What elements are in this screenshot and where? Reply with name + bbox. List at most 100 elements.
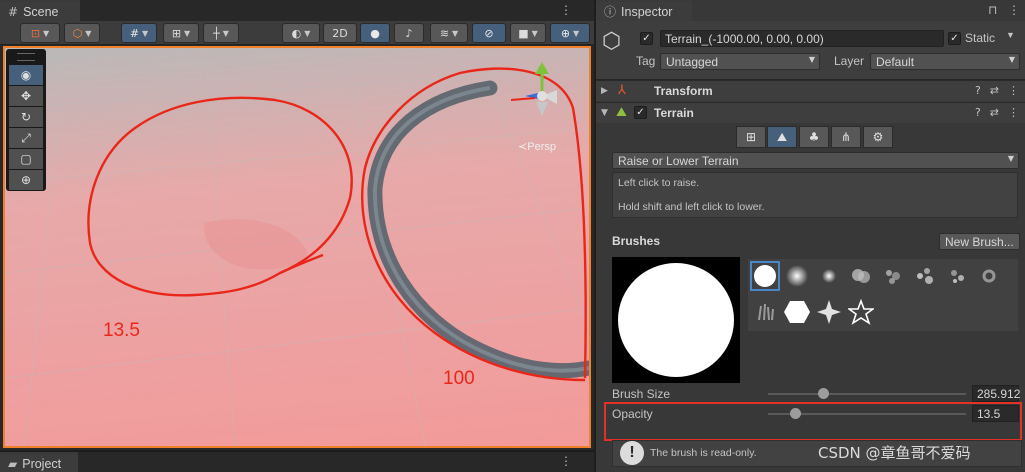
- chevron-down-icon: ▼: [808, 55, 815, 64]
- move-icon: ✥: [20, 89, 32, 103]
- watermark: CSDN @章鱼哥不爱码: [818, 444, 971, 462]
- brush-preview-disc: [618, 263, 734, 377]
- paint-details-tool[interactable]: ⋔: [831, 126, 861, 148]
- info-icon: ⓘ: [604, 5, 617, 19]
- eye-slash-icon: ⊘: [484, 26, 494, 40]
- effects-dropdown[interactable]: ≋ ▼: [430, 23, 468, 43]
- warning-icon: !: [620, 441, 644, 465]
- brush-grass[interactable]: [750, 297, 780, 327]
- layer-value: Default: [876, 55, 915, 69]
- terrain-ridge-stroke: [367, 80, 589, 379]
- 2d-toggle-button[interactable]: 2D: [323, 23, 357, 43]
- brush-soft-circle-small[interactable]: [814, 261, 844, 291]
- increment-snap-toggle[interactable]: ┼ ▼: [203, 23, 239, 43]
- brush-preview: [612, 257, 740, 383]
- terrain-settings-tool[interactable]: ⚙: [863, 126, 893, 148]
- gizmos-dropdown[interactable]: ⊕ ▼: [550, 23, 590, 43]
- scene-viewport[interactable]: 13.5 100 ≺Persp: [3, 46, 591, 448]
- brush-noise-4[interactable]: [974, 261, 1004, 291]
- project-tab[interactable]: ▰ Project: [0, 452, 78, 472]
- shading-mode-dropdown[interactable]: ⬡ ▼: [64, 23, 100, 43]
- object-name-field[interactable]: Terrain_(-1000.00, 0.00, 0.00): [660, 30, 944, 47]
- chevron-down-icon: ▼: [1008, 55, 1015, 64]
- readonly-message: The brush is read-only.: [650, 447, 757, 459]
- preset-icon[interactable]: ⇄: [990, 84, 999, 97]
- transform-icon: ⅄: [618, 83, 626, 98]
- component-header-icons: ? ⇄ ⋮: [975, 84, 1019, 97]
- palette-drag-handle[interactable]: [17, 53, 35, 61]
- scene-tab[interactable]: # Scene: [0, 0, 80, 21]
- static-label: Static: [965, 31, 996, 45]
- chevron-down-icon: ▼: [142, 28, 149, 38]
- more-menu-icon[interactable]: ⋮: [1008, 106, 1019, 119]
- more-menu-icon[interactable]: ⋮: [1008, 3, 1020, 17]
- brush-noise-1[interactable]: [878, 261, 908, 291]
- scale-tool-button[interactable]: ⤢: [9, 128, 43, 148]
- layers-icon: ≋: [439, 26, 450, 40]
- terrain-canvas: [5, 48, 589, 446]
- lighting-toggle[interactable]: ●: [360, 23, 390, 43]
- persp-label[interactable]: ≺Persp: [518, 140, 556, 153]
- brush-hexagon[interactable]: [782, 297, 812, 327]
- camera-settings-dropdown[interactable]: ■ ▼: [510, 23, 546, 43]
- eye-icon: ◉: [20, 68, 32, 82]
- preset-icon[interactable]: ⇄: [990, 106, 999, 119]
- layer-label: Layer: [834, 54, 865, 68]
- brush-cloud[interactable]: [846, 261, 876, 291]
- draw-mode-dropdown[interactable]: ⊡ ▼: [20, 23, 60, 43]
- fold-collapsed-icon[interactable]: ▶: [601, 86, 608, 96]
- active-checkbox[interactable]: ✓: [640, 32, 653, 45]
- brush-hard-circle[interactable]: [750, 261, 780, 291]
- scene-tab-label: Scene: [23, 4, 59, 19]
- terrain-enabled-checkbox[interactable]: ✓: [634, 106, 647, 119]
- tag-dropdown[interactable]: Untagged ▼: [660, 53, 820, 70]
- brush-size-label: Brush Size: [612, 387, 671, 401]
- lock-icon[interactable]: ⊓: [988, 3, 997, 17]
- brush-star-soft[interactable]: [814, 297, 844, 327]
- fold-expanded-icon[interactable]: ▼: [601, 108, 608, 118]
- rotate-tool-button[interactable]: ↻: [9, 107, 43, 127]
- paint-terrain-tool[interactable]: ⛰: [767, 126, 797, 148]
- static-checkbox[interactable]: ✓: [948, 32, 961, 45]
- help-icon[interactable]: ?: [975, 106, 981, 119]
- static-dropdown-caret[interactable]: ▼: [1006, 30, 1015, 40]
- terrain-component-header[interactable]: ▼ ⛰ ✓ Terrain ? ⇄ ⋮: [596, 102, 1025, 123]
- view-tool-button[interactable]: ◉: [9, 65, 43, 85]
- brush-noise-3[interactable]: [942, 261, 972, 291]
- brush-grid: [748, 259, 1018, 331]
- paint-tool-dropdown[interactable]: Raise or Lower Terrain ▼: [612, 152, 1019, 169]
- brush-soft-circle-large[interactable]: [782, 261, 812, 291]
- brush-star-outline[interactable]: [846, 297, 876, 327]
- brush-size-field[interactable]: 285.912: [972, 385, 1020, 402]
- tool-palette: ◉ ✥ ↻ ⤢ ▢ ⊕: [6, 49, 46, 191]
- gizmo-icon: ⊕: [560, 26, 571, 40]
- rotate-icon: ↻: [20, 110, 32, 124]
- render-mode-dropdown[interactable]: ◐ ▼: [282, 23, 320, 43]
- help-icon[interactable]: ?: [975, 84, 981, 97]
- audio-toggle[interactable]: ♪: [394, 23, 424, 43]
- transform-tool-button[interactable]: ⊕: [9, 170, 43, 190]
- more-menu-icon[interactable]: ⋮: [560, 454, 572, 468]
- paint-trees-tool[interactable]: ♣: [799, 126, 829, 148]
- brush-size-slider-track[interactable]: [768, 393, 966, 395]
- project-panel: ▰ Project ⋮: [0, 451, 594, 472]
- chevron-down-icon: ▼: [531, 28, 538, 38]
- terrain-title: Terrain: [654, 106, 694, 120]
- tag-value: Untagged: [666, 55, 719, 69]
- brush-noise-2[interactable]: [910, 261, 940, 291]
- rect-tool-button[interactable]: ▢: [9, 149, 43, 169]
- grid-snapping-toggle[interactable]: # ▼: [121, 23, 157, 43]
- move-tool-button[interactable]: ✥: [9, 86, 43, 106]
- grid-visibility-toggle[interactable]: ⊞ ▼: [163, 23, 199, 43]
- grass-icon: ⋔: [840, 130, 852, 144]
- brush-size-slider-thumb[interactable]: [818, 388, 830, 399]
- inspector-tab[interactable]: ⓘ Inspector: [596, 0, 692, 21]
- more-menu-icon[interactable]: ⋮: [560, 3, 572, 17]
- layer-dropdown[interactable]: Default ▼: [870, 53, 1020, 70]
- new-brush-button[interactable]: New Brush...: [939, 233, 1020, 250]
- transform-component-header[interactable]: ▶ ⅄ Transform ? ⇄ ⋮: [596, 80, 1025, 101]
- terrain-raised-patch: [204, 219, 307, 270]
- create-neighbor-terrain-tool[interactable]: ⊞: [736, 126, 766, 148]
- scene-visibility-toggle[interactable]: ⊘: [472, 23, 506, 43]
- more-menu-icon[interactable]: ⋮: [1008, 84, 1019, 97]
